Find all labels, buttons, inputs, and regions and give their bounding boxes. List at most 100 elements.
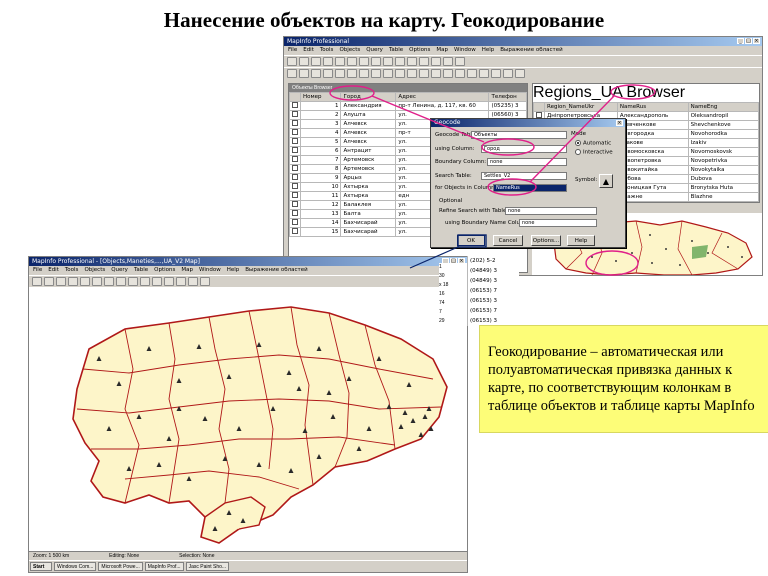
cell-nameeng[interactable]: Izakiv [687, 138, 759, 148]
cell-namerus[interactable]: Дубова [616, 174, 689, 184]
cell-namerus[interactable]: Броницкая Гута [616, 183, 689, 193]
cell-number[interactable]: 3 [299, 119, 342, 129]
cell-number[interactable]: 11 [299, 191, 342, 201]
new-icon[interactable] [287, 57, 297, 66]
map-menu-options[interactable]: Options [154, 266, 175, 275]
cell-number[interactable]: 2 [299, 110, 342, 120]
cell-namerus[interactable]: Новомосковска [616, 147, 689, 157]
cell-city[interactable]: Балаклея [340, 200, 397, 210]
map-boundary-icon[interactable] [80, 277, 90, 286]
radio-interactive[interactable] [575, 149, 581, 155]
col-phone[interactable]: Телефон [488, 92, 527, 102]
cell-city[interactable]: Бахчисарай [340, 227, 397, 237]
symbol-button[interactable]: ▲ [599, 174, 613, 188]
search-table-select[interactable]: Settles_V2 [481, 172, 567, 180]
copy-icon[interactable] [347, 57, 357, 66]
cell-number[interactable]: 5 [299, 137, 342, 147]
dialog-close-icon[interactable]: × [616, 120, 623, 126]
cancel-button[interactable]: Cancel [493, 235, 523, 246]
row-checkbox[interactable] [292, 129, 298, 135]
map-arrow-icon[interactable] [32, 277, 42, 286]
cell-number[interactable]: 7 [299, 155, 342, 165]
cell-city[interactable]: Александрия [340, 101, 397, 111]
col-region-nameukr[interactable]: Region_NameUkr [544, 102, 618, 112]
cell-nameeng[interactable]: Bohdanivka [687, 201, 759, 202]
zoom-in-icon[interactable] [347, 69, 357, 78]
row-checkbox[interactable] [292, 102, 298, 108]
row-checkbox[interactable] [292, 174, 298, 180]
row-checkbox-cell[interactable] [289, 209, 301, 219]
row-checkbox-cell[interactable] [289, 128, 301, 138]
row-checkbox-cell[interactable] [289, 110, 301, 120]
cell-number[interactable]: 6 [299, 146, 342, 156]
cell-number[interactable]: 1 [299, 101, 342, 111]
label-icon[interactable] [395, 69, 405, 78]
cell-namerus[interactable]: Богдановка [616, 201, 689, 202]
col-nameeng[interactable]: NameEng [687, 102, 759, 112]
menu-help[interactable]: Help [482, 46, 495, 55]
map-ruler-icon[interactable] [152, 277, 162, 286]
radius-icon[interactable] [311, 69, 321, 78]
cell-namerus[interactable]: Новопетровка [616, 156, 689, 166]
map-menu-regions[interactable]: Выражение областей [245, 266, 307, 275]
map-radius-icon[interactable] [56, 277, 66, 286]
cell-city[interactable]: Ахтырка [340, 191, 397, 201]
row-checkbox[interactable] [292, 228, 298, 234]
map-menu-tools[interactable]: Tools [65, 266, 79, 275]
ukraine-map[interactable] [29, 289, 468, 551]
col-number[interactable]: Номер [299, 92, 342, 102]
cell-city[interactable]: Артемовск [340, 155, 397, 165]
cell-city[interactable]: Балта [340, 209, 397, 219]
map-menu-window[interactable]: Window [199, 266, 221, 275]
row-checkbox-cell[interactable] [289, 227, 301, 237]
map-line-icon[interactable] [176, 277, 186, 286]
for-objects-select[interactable]: NameRus [493, 184, 567, 192]
map-marquee-icon[interactable] [44, 277, 54, 286]
cell-namerus[interactable]: Шевченкове [616, 120, 689, 130]
print-icon[interactable] [323, 57, 333, 66]
map-symbol-icon[interactable] [164, 277, 174, 286]
row-checkbox[interactable] [292, 165, 298, 171]
line-icon[interactable] [443, 69, 453, 78]
menu-objects[interactable]: Objects [339, 46, 360, 55]
cell-nameeng[interactable]: Novopetrivka [687, 156, 759, 166]
map-menu-objects[interactable]: Objects [84, 266, 105, 275]
menu-regions[interactable]: Выражение областей [500, 46, 562, 55]
mode-interactive-option[interactable]: Interactive [575, 149, 613, 156]
cell-city[interactable]: Алушта [340, 110, 397, 120]
legend-icon[interactable] [431, 57, 441, 66]
ok-button[interactable]: OK [457, 235, 485, 246]
row-checkbox-cell[interactable] [289, 191, 301, 201]
menu-options[interactable]: Options [409, 46, 430, 55]
arc-icon[interactable] [467, 69, 477, 78]
task-mapinfo[interactable]: MapInfo Prof... [144, 562, 184, 571]
cell-city[interactable]: Арцыз [340, 173, 397, 183]
task-powerpoint[interactable]: Microsoft Powe... [98, 562, 143, 571]
polygon-select-icon[interactable] [323, 69, 333, 78]
geocode-table-select[interactable]: Объекты [471, 131, 567, 139]
ellipse-icon[interactable] [491, 69, 501, 78]
row-checkbox[interactable] [292, 147, 298, 153]
help-button[interactable]: Help [567, 235, 595, 246]
cell-city[interactable]: Алчевск [340, 119, 397, 129]
row-checkbox-cell[interactable] [289, 173, 301, 183]
col-namerus[interactable]: NameRus [616, 102, 689, 112]
refine-select[interactable]: none [505, 207, 597, 215]
cell-phone[interactable]: (05235) 3 [488, 101, 527, 111]
cell-number[interactable]: 10 [299, 182, 342, 192]
map-polygon-icon[interactable] [188, 277, 198, 286]
map-zoom-out-icon[interactable] [104, 277, 114, 286]
task-windows[interactable]: Windows Com... [54, 562, 97, 571]
row-checkbox[interactable] [292, 156, 298, 162]
map-menu-edit[interactable]: Edit [48, 266, 59, 275]
menu-query[interactable]: Query [366, 46, 383, 55]
arrow-icon[interactable] [287, 69, 297, 78]
cell-number[interactable]: 13 [299, 209, 342, 219]
cell-city[interactable]: Артемовск [340, 164, 397, 174]
map-menu-map[interactable]: Map [181, 266, 193, 275]
row-checkbox-cell[interactable] [289, 137, 301, 147]
help-icon[interactable] [455, 57, 465, 66]
map-info-icon[interactable] [128, 277, 138, 286]
row-checkbox-cell[interactable] [289, 182, 301, 192]
menu-window[interactable]: Window [454, 46, 476, 55]
